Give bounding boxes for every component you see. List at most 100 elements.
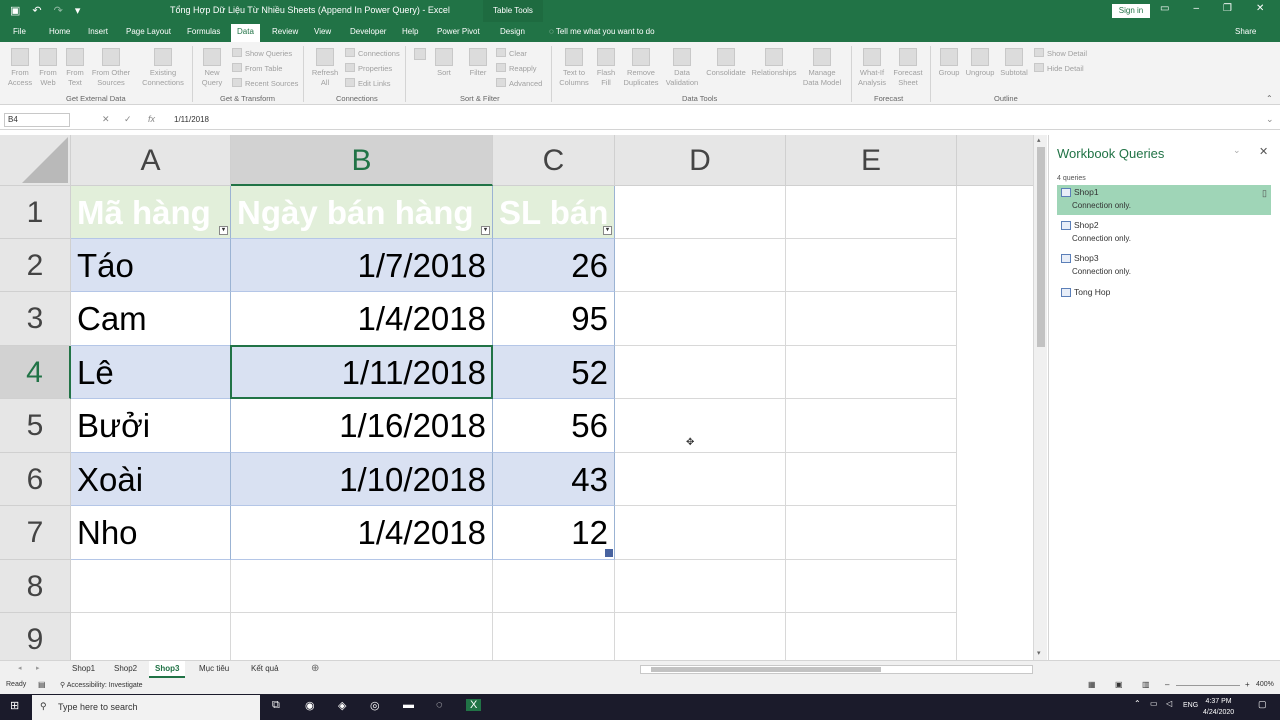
query-item-tong-hop[interactable]: Tong Hop (1057, 285, 1271, 315)
table-cell[interactable]: Bưởi (71, 399, 231, 453)
sheet-tab-shop3[interactable]: Shop3 (149, 661, 186, 678)
zoom-slider[interactable] (1176, 685, 1240, 686)
query-item-shop1[interactable]: Shop1 Connection only. ▯ (1057, 185, 1271, 215)
empty-cell[interactable] (231, 613, 493, 660)
task-view-icon[interactable]: ⧉ (272, 699, 280, 712)
filter-button[interactable]: Filter (466, 48, 490, 78)
empty-cell[interactable] (231, 560, 493, 613)
column-header-a[interactable]: A (71, 135, 231, 186)
tab-page-layout[interactable]: Page Layout (126, 27, 171, 36)
chrome-icon[interactable]: ◎ (370, 699, 380, 712)
insert-function-icon[interactable]: fx (148, 114, 155, 124)
input-language[interactable]: ENG (1183, 702, 1198, 709)
from-table-button[interactable]: From Table (232, 63, 282, 74)
table-header-cell[interactable]: SL bán ▾ (493, 186, 615, 239)
prev-sheet-icon[interactable]: ◂ (18, 664, 22, 672)
zoom-out-icon[interactable]: – (1165, 680, 1169, 689)
zoom-level[interactable]: 400% (1256, 681, 1274, 688)
empty-cell[interactable] (615, 560, 786, 613)
from-other-sources-button[interactable]: From Other Sources (88, 48, 134, 88)
table-cell[interactable]: Cam (71, 292, 231, 346)
document-icon[interactable]: ▯ (1262, 188, 1267, 199)
network-icon[interactable]: ▭ (1150, 699, 1158, 708)
empty-cell[interactable] (786, 346, 957, 399)
table-cell[interactable]: Táo (71, 239, 231, 292)
select-all-corner[interactable] (0, 135, 71, 186)
app-icon-1[interactable]: ◉ (305, 699, 315, 712)
query-item-shop3[interactable]: Shop3 Connection only. (1057, 251, 1271, 281)
column-header-c[interactable]: C (493, 135, 615, 186)
sort-az-button[interactable] (410, 48, 430, 62)
empty-cell[interactable] (615, 453, 786, 506)
table-cell[interactable]: Lê (71, 346, 231, 399)
table-cell-selected[interactable]: 1/11/2018 (231, 346, 493, 399)
connections-button[interactable]: Connections (345, 48, 400, 59)
table-cell[interactable]: 12 (493, 506, 615, 560)
tab-help[interactable]: Help (402, 27, 418, 36)
tab-review[interactable]: Review (272, 27, 298, 36)
empty-cell[interactable] (493, 613, 615, 660)
file-explorer-icon[interactable]: ▬ (403, 699, 414, 711)
flash-fill-button[interactable]: Flash Fill (594, 48, 618, 88)
from-text-button[interactable]: From Text (62, 48, 88, 88)
vertical-scroll-thumb[interactable] (1037, 147, 1045, 347)
empty-cell[interactable] (615, 399, 786, 453)
empty-column-f[interactable] (957, 186, 1033, 660)
sheet-tab-ket-qua[interactable]: Kết quả (245, 661, 285, 678)
text-to-columns-button[interactable]: Text to Columns (555, 48, 593, 88)
tell-me-search[interactable]: ◌ Tell me what you want to do (549, 27, 655, 36)
empty-cell[interactable] (786, 399, 957, 453)
minimize-icon[interactable]: – (1193, 3, 1199, 14)
page-layout-view-icon[interactable]: ▣ (1115, 680, 1123, 689)
empty-cell[interactable] (786, 506, 957, 560)
table-cell[interactable]: Xoài (71, 453, 231, 506)
query-item-shop2[interactable]: Shop2 Connection only. (1057, 218, 1271, 248)
notifications-icon[interactable]: ▢ (1258, 699, 1267, 710)
tab-file[interactable]: File (13, 27, 26, 36)
empty-cell[interactable] (615, 613, 786, 660)
sign-in-button[interactable]: Sign in (1112, 4, 1150, 18)
zoom-in-icon[interactable]: + (1245, 680, 1250, 689)
filter-dropdown-icon[interactable]: ▾ (219, 226, 228, 235)
table-header-cell[interactable]: Mã hàng ▾ (71, 186, 231, 239)
table-cell[interactable]: 95 (493, 292, 615, 346)
tab-formulas[interactable]: Formulas (187, 27, 220, 36)
scroll-down-icon[interactable]: ▾ (1037, 649, 1041, 657)
edit-links-button[interactable]: Edit Links (345, 78, 391, 89)
tab-developer[interactable]: Developer (350, 27, 386, 36)
row-header-4[interactable]: 4 (0, 346, 71, 399)
enter-icon[interactable]: ✓ (124, 114, 132, 125)
sort-button[interactable]: Sort (433, 48, 455, 78)
normal-view-icon[interactable]: ▦ (1088, 680, 1096, 689)
new-query-button[interactable]: New Query (198, 48, 226, 88)
name-box[interactable]: B4 (4, 113, 70, 127)
taskbar-clock[interactable]: 4:37 PM 4/24/2020 (1203, 696, 1234, 718)
excel-taskbar-icon[interactable]: X (466, 699, 482, 711)
filter-dropdown-icon[interactable]: ▾ (603, 226, 612, 235)
table-cell[interactable]: 1/4/2018 (231, 292, 493, 346)
empty-cell[interactable] (786, 613, 957, 660)
horizontal-scroll-thumb[interactable] (651, 667, 881, 672)
group-button[interactable]: Group (935, 48, 963, 78)
app-icon-3[interactable]: ◌ (436, 699, 443, 711)
scroll-up-icon[interactable]: ▴ (1037, 136, 1041, 144)
column-header-e[interactable]: E (786, 135, 957, 186)
table-cell[interactable]: 1/7/2018 (231, 239, 493, 292)
macro-record-icon[interactable]: ▤ (38, 680, 46, 689)
from-web-button[interactable]: From Web (35, 48, 61, 88)
close-pane-icon[interactable]: ✕ (1259, 145, 1268, 158)
windows-start-icon[interactable]: ⊞ (10, 699, 19, 712)
page-break-view-icon[interactable]: ▥ (1142, 680, 1150, 689)
what-if-analysis-button[interactable]: What-If Analysis (854, 48, 890, 88)
app-icon-2[interactable]: ◈ (338, 699, 346, 712)
empty-cell[interactable] (786, 560, 957, 613)
empty-cell[interactable] (786, 186, 957, 239)
next-sheet-icon[interactable]: ▸ (36, 664, 40, 672)
recent-sources-button[interactable]: Recent Sources (232, 78, 298, 89)
consolidate-button[interactable]: Consolidate (704, 48, 748, 78)
properties-button[interactable]: Properties (345, 63, 392, 74)
hide-detail-button[interactable]: Hide Detail (1034, 63, 1084, 74)
table-cell[interactable]: 1/10/2018 (231, 453, 493, 506)
empty-cell[interactable] (493, 560, 615, 613)
advanced-filter-button[interactable]: Advanced (496, 78, 542, 89)
